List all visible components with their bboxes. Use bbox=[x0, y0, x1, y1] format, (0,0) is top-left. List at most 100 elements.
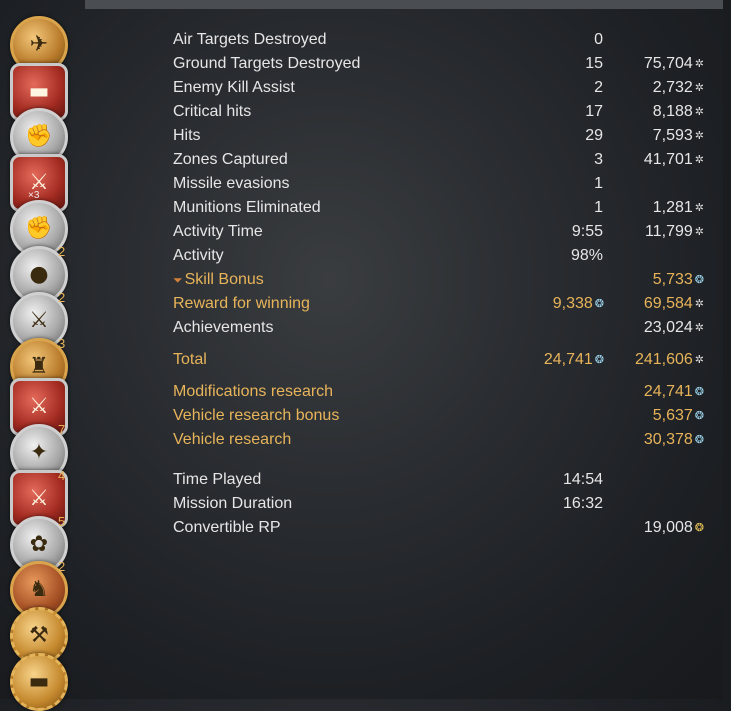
stat-value: 11,799 bbox=[645, 223, 693, 241]
silver-lions-icon: ✲ bbox=[694, 130, 704, 142]
stat-count: 0 bbox=[483, 28, 603, 52]
stat-label: Munitions Eliminated bbox=[173, 196, 321, 220]
silver-lions-icon: ✲ bbox=[694, 82, 704, 94]
stat-label: Total bbox=[173, 348, 207, 372]
research-points-icon: ❂ bbox=[694, 386, 704, 398]
medal-glyph: ▬ bbox=[28, 79, 50, 104]
medal-glyph: ✊ bbox=[25, 216, 53, 241]
stat-label: Activity Time bbox=[173, 220, 263, 244]
medal-glyph: ▬ bbox=[28, 669, 50, 694]
stat-label: Mission Duration bbox=[173, 492, 292, 516]
stat-value: 98% bbox=[570, 247, 603, 264]
stat-reward: 24,741 ❂ bbox=[584, 380, 704, 404]
medal-tank-gold-icon[interactable]: ▬ bbox=[10, 653, 68, 711]
stat-count: 14:54 bbox=[483, 468, 603, 492]
stat-label-text: Modifications research bbox=[173, 383, 334, 400]
stat-label-text: Vehicle research bbox=[173, 431, 292, 448]
skill-chevron-icon: ⏷ bbox=[173, 273, 183, 287]
medal-glyph: ⚔ bbox=[29, 308, 49, 333]
stat-label: Enemy Kill Assist bbox=[173, 76, 295, 100]
stat-label: Missile evasions bbox=[173, 172, 289, 196]
stat-reward: 2,732 ✲ bbox=[584, 76, 704, 100]
stat-label-text: Skill Bonus bbox=[184, 271, 264, 288]
stat-count: 16:32 bbox=[483, 492, 603, 516]
medal-glyph: ♜ bbox=[29, 354, 49, 379]
medal-glyph: ♞ bbox=[29, 577, 49, 602]
stat-reward: 5,637 ❂ bbox=[584, 404, 704, 428]
stat-value: 30,378 bbox=[643, 431, 693, 449]
stat-value: 2,732 bbox=[652, 79, 693, 97]
convertible-rp-icon: ❂ bbox=[694, 522, 704, 534]
stat-reward: 8,188 ✲ bbox=[584, 100, 704, 124]
silver-lions-icon: ✲ bbox=[694, 298, 704, 310]
stat-count: 98% bbox=[483, 244, 603, 268]
medal-glyph: ⚒ bbox=[29, 623, 49, 648]
stat-label: Convertible RP bbox=[173, 516, 281, 540]
medal-multiplier: 3 bbox=[58, 336, 66, 351]
medal-multiplier: 2 bbox=[58, 290, 66, 305]
stat-label: Air Targets Destroyed bbox=[173, 28, 327, 52]
stat-label: Time Played bbox=[173, 468, 261, 492]
stat-label-text: Mission Duration bbox=[173, 495, 293, 512]
stat-label-text: Enemy Kill Assist bbox=[173, 79, 295, 96]
stat-value: 8,188 bbox=[652, 103, 693, 121]
medal-multiplier: 7 bbox=[58, 422, 66, 437]
stat-reward: 75,704 ✲ bbox=[584, 52, 704, 76]
stat-label-text: Air Targets Destroyed bbox=[173, 31, 327, 48]
silver-lions-icon: ✲ bbox=[694, 354, 704, 366]
stat-value: 5,733 bbox=[652, 271, 693, 289]
scroll-edge bbox=[723, 0, 731, 699]
medal-multiplier: 5 bbox=[58, 514, 66, 529]
stat-reward: 69,584 ✲ bbox=[584, 292, 704, 316]
stat-value: 69,584 bbox=[643, 295, 693, 313]
silver-lions-icon: ✲ bbox=[694, 226, 704, 238]
stat-label-text: Ground Targets Destroyed bbox=[173, 55, 361, 72]
stat-label: Reward for winning bbox=[173, 292, 310, 316]
stat-label-text: Vehicle research bonus bbox=[173, 407, 340, 424]
stat-label-text: Critical hits bbox=[173, 103, 252, 120]
stat-label: Ground Targets Destroyed bbox=[173, 52, 360, 76]
stat-reward: 11,799 ✲ bbox=[584, 220, 704, 244]
stat-label: Hits bbox=[173, 124, 201, 148]
stat-label-text: Achievements bbox=[173, 319, 274, 336]
stat-reward: 41,701 ✲ bbox=[584, 148, 704, 172]
stat-value: 75,704 bbox=[643, 55, 693, 73]
stat-label: Critical hits bbox=[173, 100, 251, 124]
silver-lions-icon: ✲ bbox=[694, 202, 704, 214]
stat-value: 241,606 bbox=[634, 351, 693, 369]
stat-label: ⏷ Skill Bonus bbox=[173, 268, 264, 292]
stat-reward: 7,593 ✲ bbox=[584, 124, 704, 148]
research-points-icon: ❂ bbox=[694, 434, 704, 446]
stat-label: Zones Captured bbox=[173, 148, 288, 172]
stat-value: 7,593 bbox=[652, 127, 693, 145]
stat-label-text: Zones Captured bbox=[173, 151, 288, 168]
stat-value: 24,741 bbox=[643, 383, 693, 401]
stat-label: Modifications research bbox=[173, 380, 333, 404]
stat-label-text: Hits bbox=[173, 127, 201, 144]
stat-label: Achievements bbox=[173, 316, 274, 340]
research-points-icon: ❂ bbox=[694, 410, 704, 422]
stat-label-text: Convertible RP bbox=[173, 519, 281, 536]
medal-glyph: ✦ bbox=[29, 440, 49, 465]
stat-label-text: Time Played bbox=[173, 471, 262, 488]
silver-lions-icon: ✲ bbox=[694, 154, 704, 166]
stat-reward: 241,606 ✲ bbox=[584, 348, 704, 372]
stat-reward: 5,733 ❂ bbox=[584, 268, 704, 292]
stat-label-text: Reward for winning bbox=[173, 295, 310, 312]
medal-multiplier: 4 bbox=[58, 468, 66, 483]
stat-label-text: Munitions Eliminated bbox=[173, 199, 321, 216]
stat-value: 0 bbox=[594, 31, 603, 48]
stat-reward: 19,008 ❂ bbox=[584, 516, 704, 540]
medal-glyph: ⚔ bbox=[29, 394, 49, 419]
stat-reward: 23,024 ✲ bbox=[584, 316, 704, 340]
stat-label: Activity bbox=[173, 244, 224, 268]
stat-value: 41,701 bbox=[643, 151, 693, 169]
medal-multiplier: 2 bbox=[58, 244, 66, 259]
stat-label-text: Missile evasions bbox=[173, 175, 290, 192]
stat-label-text: Total bbox=[173, 351, 207, 368]
stat-value: 19,008 bbox=[643, 519, 693, 537]
stat-value: 1 bbox=[594, 175, 603, 192]
medal-glyph: ✿ bbox=[29, 532, 49, 557]
medal-glyph: ✊ bbox=[25, 124, 53, 149]
stat-value: 1,281 bbox=[652, 199, 693, 217]
